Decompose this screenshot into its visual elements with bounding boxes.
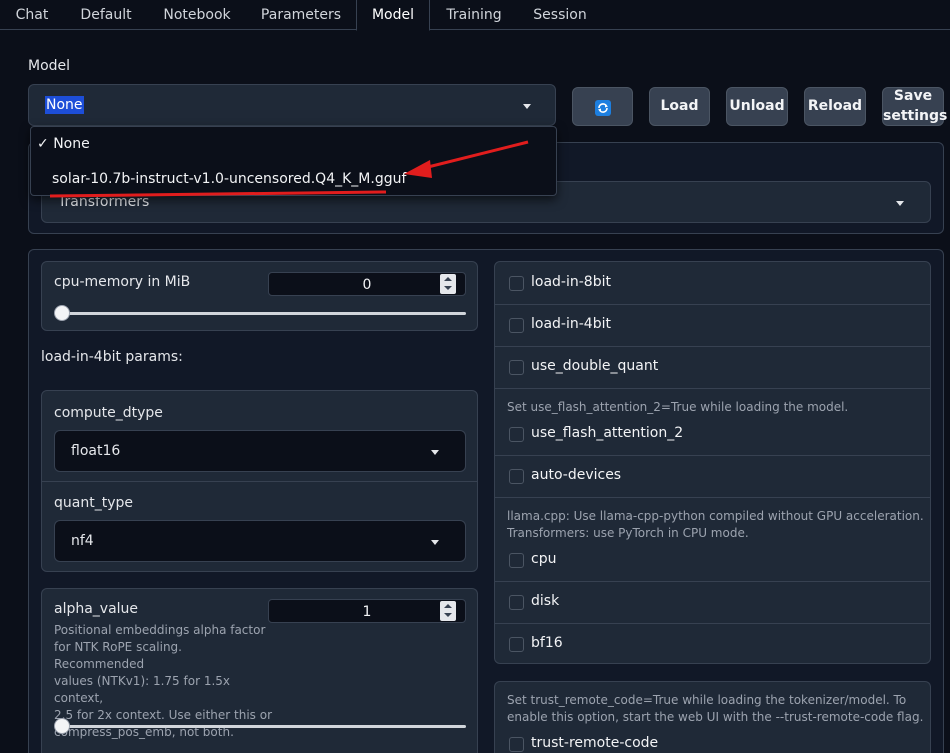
annotation-overlay bbox=[49, 140, 529, 198]
annotation-arrow-head bbox=[404, 160, 432, 178]
annotation-arrow-shaft bbox=[419, 140, 529, 171]
annotation-underline bbox=[49, 190, 387, 198]
